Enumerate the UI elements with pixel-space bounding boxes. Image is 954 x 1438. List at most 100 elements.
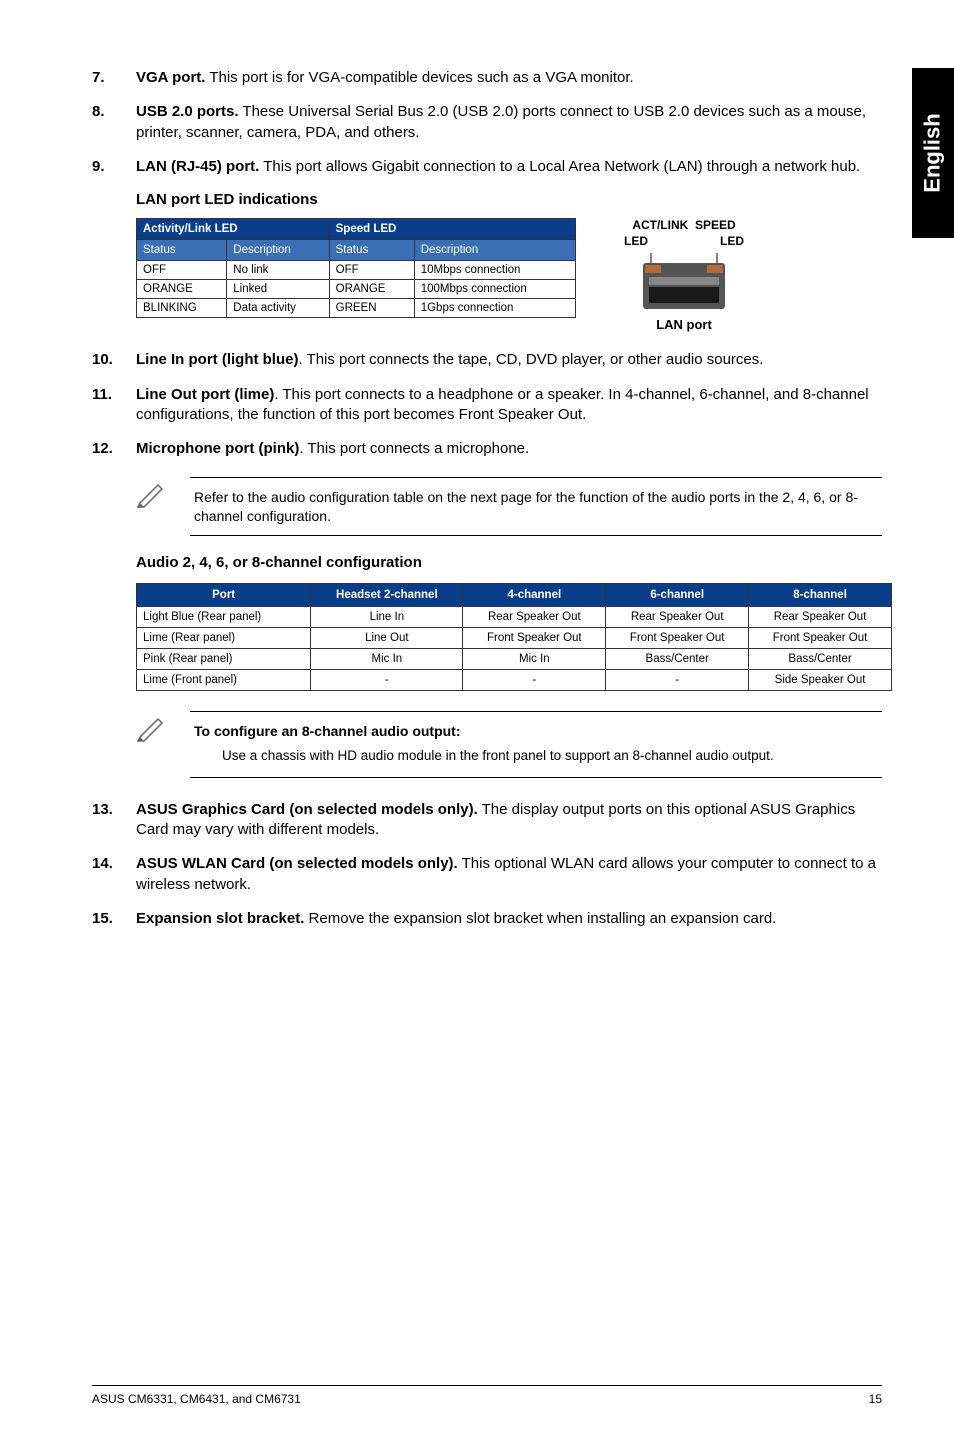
list-item: 10. Line In port (light blue). This port… bbox=[92, 350, 882, 370]
list-item: 13. ASUS Graphics Card (on selected mode… bbox=[92, 800, 882, 841]
item-number: 8. bbox=[92, 102, 136, 143]
diagram-label-led: LED bbox=[624, 234, 648, 248]
table-cell: ORANGE bbox=[137, 280, 227, 299]
table-cell: Rear Speaker Out bbox=[463, 606, 606, 627]
item-number: 12. bbox=[92, 439, 136, 459]
list-item: 7. VGA port. This port is for VGA-compat… bbox=[92, 68, 882, 88]
list-item: 9. LAN (RJ-45) port. This port allows Gi… bbox=[92, 157, 882, 177]
page-footer: ASUS CM6331, CM6431, and CM6731 15 bbox=[92, 1385, 882, 1406]
item-body: ASUS WLAN Card (on selected models only)… bbox=[136, 854, 882, 895]
note-body: Use a chassis with HD audio module in th… bbox=[222, 747, 878, 765]
diagram-label-speed: SPEED bbox=[695, 218, 736, 232]
diagram-label-led: LED bbox=[720, 234, 744, 248]
table-cell: - bbox=[606, 669, 749, 690]
audio-col-6ch: 6-channel bbox=[606, 583, 749, 606]
footer-page-number: 15 bbox=[869, 1392, 882, 1406]
table-cell: Linked bbox=[227, 280, 329, 299]
list-item: 12. Microphone port (pink). This port co… bbox=[92, 439, 882, 459]
led-table: Activity/Link LED Speed LED Status Descr… bbox=[136, 218, 576, 318]
table-cell: BLINKING bbox=[137, 299, 227, 318]
item-body: Expansion slot bracket. Remove the expan… bbox=[136, 909, 776, 929]
audio-config-table: Port Headset 2-channel 4-channel 6-chann… bbox=[136, 583, 892, 691]
item-lead: USB 2.0 ports. bbox=[136, 103, 239, 120]
item-number: 11. bbox=[92, 385, 136, 426]
list-item: 11. Line Out port (lime). This port conn… bbox=[92, 385, 882, 426]
note-title: To configure an 8-channel audio output: bbox=[194, 723, 461, 739]
table-cell: Rear Speaker Out bbox=[606, 606, 749, 627]
table-cell: - bbox=[463, 669, 606, 690]
table-cell: Bass/Center bbox=[606, 648, 749, 669]
item-lead: Line Out port (lime) bbox=[136, 386, 274, 403]
item-text: . This port connects the tape, CD, DVD p… bbox=[298, 351, 763, 368]
led-group-speed: Speed LED bbox=[329, 219, 575, 240]
list-item: 15. Expansion slot bracket. Remove the e… bbox=[92, 909, 882, 929]
table-cell: No link bbox=[227, 261, 329, 280]
item-lead: ASUS Graphics Card (on selected models o… bbox=[136, 801, 478, 818]
audio-col-port: Port bbox=[137, 583, 311, 606]
table-cell: Lime (Rear panel) bbox=[137, 627, 311, 648]
table-cell: Lime (Front panel) bbox=[137, 669, 311, 690]
led-col-desc: Description bbox=[414, 240, 575, 261]
table-cell: Front Speaker Out bbox=[463, 627, 606, 648]
table-cell: Rear Speaker Out bbox=[749, 606, 892, 627]
item-body: Microphone port (pink). This port connec… bbox=[136, 439, 529, 459]
table-cell: - bbox=[311, 669, 463, 690]
table-cell: GREEN bbox=[329, 299, 414, 318]
item-body: ASUS Graphics Card (on selected models o… bbox=[136, 800, 882, 841]
note-text: To configure an 8-channel audio output: … bbox=[190, 711, 882, 778]
item-body: Line Out port (lime). This port connects… bbox=[136, 385, 882, 426]
item-text: This port is for VGA-compatible devices … bbox=[205, 69, 633, 86]
item-lead: LAN (RJ-45) port. bbox=[136, 158, 259, 175]
audio-config-title: Audio 2, 4, 6, or 8-channel configuratio… bbox=[136, 554, 882, 571]
note-block: To configure an 8-channel audio output: … bbox=[136, 711, 882, 778]
item-lead: Expansion slot bracket. bbox=[136, 910, 304, 927]
table-cell: Side Speaker Out bbox=[749, 669, 892, 690]
audio-col-4ch: 4-channel bbox=[463, 583, 606, 606]
table-cell: Pink (Rear panel) bbox=[137, 648, 311, 669]
footer-left: ASUS CM6331, CM6431, and CM6731 bbox=[92, 1392, 301, 1406]
table-cell: Light Blue (Rear panel) bbox=[137, 606, 311, 627]
note-block: Refer to the audio configuration table o… bbox=[136, 477, 882, 535]
lan-port-caption: LAN port bbox=[624, 317, 744, 333]
item-number: 9. bbox=[92, 157, 136, 177]
item-text: Remove the expansion slot bracket when i… bbox=[304, 910, 776, 927]
table-cell: 1Gbps connection bbox=[414, 299, 575, 318]
item-body: VGA port. This port is for VGA-compatibl… bbox=[136, 68, 634, 88]
pencil-note-icon bbox=[136, 711, 168, 748]
led-group-activity: Activity/Link LED bbox=[137, 219, 330, 240]
table-cell: Mic In bbox=[463, 648, 606, 669]
language-label: English bbox=[920, 113, 946, 192]
page-content: 7. VGA port. This port is for VGA-compat… bbox=[0, 0, 954, 983]
table-cell: Line Out bbox=[311, 627, 463, 648]
table-cell: Data activity bbox=[227, 299, 329, 318]
list-item: 8. USB 2.0 ports. These Universal Serial… bbox=[92, 102, 882, 143]
table-cell: 100Mbps connection bbox=[414, 280, 575, 299]
table-cell: Front Speaker Out bbox=[749, 627, 892, 648]
table-cell: Mic In bbox=[311, 648, 463, 669]
table-cell: 10Mbps connection bbox=[414, 261, 575, 280]
item-number: 7. bbox=[92, 68, 136, 88]
item-number: 13. bbox=[92, 800, 136, 841]
table-cell: Bass/Center bbox=[749, 648, 892, 669]
item-lead: Microphone port (pink) bbox=[136, 440, 299, 457]
diagram-label-actlink: ACT/LINK bbox=[632, 218, 688, 232]
item-body: LAN (RJ-45) port. This port allows Gigab… bbox=[136, 157, 860, 177]
item-number: 15. bbox=[92, 909, 136, 929]
led-title: LAN port LED indications bbox=[136, 191, 882, 208]
lan-port-diagram: ACT/LINK SPEED LED LED LAN port bbox=[624, 218, 744, 332]
lan-port-icon bbox=[639, 253, 729, 313]
item-number: 14. bbox=[92, 854, 136, 895]
language-tab: English bbox=[912, 68, 954, 238]
item-body: USB 2.0 ports. These Universal Serial Bu… bbox=[136, 102, 882, 143]
table-cell: OFF bbox=[137, 261, 227, 280]
item-number: 10. bbox=[92, 350, 136, 370]
led-col-desc: Description bbox=[227, 240, 329, 261]
led-section: LAN port LED indications Activity/Link L… bbox=[136, 191, 882, 332]
item-lead: Line In port (light blue) bbox=[136, 351, 298, 368]
led-col-status: Status bbox=[137, 240, 227, 261]
item-lead: VGA port. bbox=[136, 69, 205, 86]
led-col-status: Status bbox=[329, 240, 414, 261]
item-text: . This port connects a microphone. bbox=[299, 440, 529, 457]
table-cell: ORANGE bbox=[329, 280, 414, 299]
pencil-note-icon bbox=[136, 477, 168, 514]
